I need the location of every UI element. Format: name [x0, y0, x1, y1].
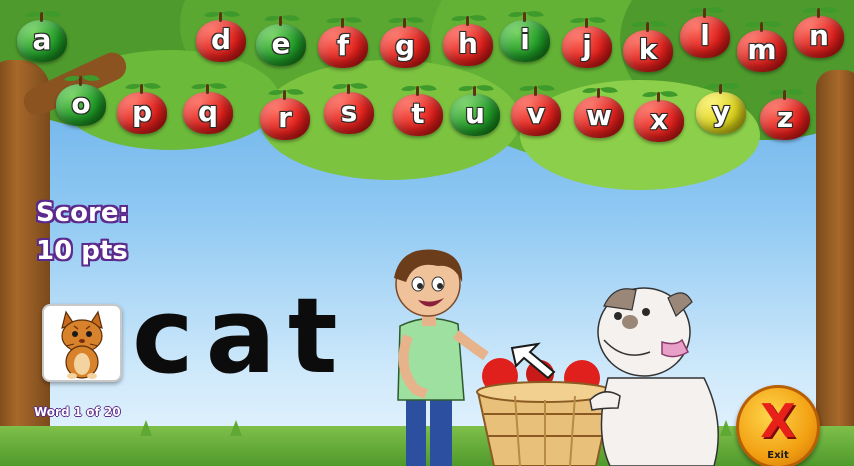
- apple-letter: m: [747, 33, 777, 66]
- apple-letter: q: [197, 95, 219, 128]
- letter-apple-z[interactable]: z: [760, 86, 810, 140]
- letter-apple-w[interactable]: w: [574, 84, 624, 138]
- letter-apple-y[interactable]: y: [696, 80, 746, 134]
- pointer-cursor-icon: [510, 342, 556, 380]
- apple-letter: y: [711, 95, 731, 128]
- letter-apple-q[interactable]: q: [183, 80, 233, 134]
- letter-apple-h[interactable]: h: [443, 12, 493, 66]
- letter-apple-a[interactable]: a: [17, 8, 67, 62]
- apple-letter: l: [700, 19, 710, 52]
- letter-apple-m[interactable]: m: [737, 18, 787, 72]
- apple-letter: r: [278, 101, 292, 134]
- letter-apple-k[interactable]: k: [623, 18, 673, 72]
- apple-letter: n: [809, 19, 829, 52]
- bulldog-character: [589, 287, 719, 466]
- letter-apple-p[interactable]: p: [117, 80, 167, 134]
- apple-letter: v: [526, 97, 546, 130]
- apple-letter: j: [582, 29, 592, 62]
- score-label: Score:: [36, 198, 129, 228]
- letter-apple-l[interactable]: l: [680, 4, 730, 58]
- apple-letter: e: [271, 27, 291, 60]
- letter-apple-d[interactable]: d: [196, 8, 246, 62]
- grass-tuft: [140, 420, 152, 436]
- letter-apple-v[interactable]: v: [511, 82, 561, 136]
- apple-letter: t: [411, 97, 425, 130]
- letter-apple-g[interactable]: g: [380, 14, 430, 68]
- tree-trunk-right: [816, 70, 854, 466]
- apple-letter: h: [458, 27, 478, 60]
- apple-letter: z: [776, 101, 794, 134]
- apple-letter: f: [336, 29, 350, 62]
- grass-tuft: [230, 420, 242, 436]
- exit-button[interactable]: X Exit: [736, 385, 820, 466]
- apple-letter: a: [32, 23, 52, 56]
- letter-apple-o[interactable]: o: [56, 72, 106, 126]
- apple-letter: k: [638, 33, 658, 66]
- letter-apple-t[interactable]: t: [393, 82, 443, 136]
- target-word: cat: [132, 275, 350, 397]
- apple-letter: w: [586, 99, 612, 132]
- letter-apple-j[interactable]: j: [562, 14, 612, 68]
- letter-apple-i[interactable]: i: [500, 8, 550, 62]
- letter-apple-e[interactable]: e: [256, 12, 306, 66]
- apple-letter: u: [465, 97, 485, 130]
- letter-apple-r[interactable]: r: [260, 86, 310, 140]
- apple-letter: i: [520, 23, 530, 56]
- exit-label: Exit: [767, 450, 789, 461]
- letter-apple-s[interactable]: s: [324, 80, 374, 134]
- apple-letter: g: [394, 29, 416, 62]
- close-icon: X: [760, 394, 796, 448]
- word-picture-card: [42, 304, 122, 382]
- letter-apple-n[interactable]: n: [794, 4, 844, 58]
- apple-letter: d: [210, 23, 232, 56]
- cat-icon: [61, 310, 103, 379]
- apple-letter: p: [131, 95, 153, 128]
- letter-apple-x[interactable]: x: [634, 88, 684, 142]
- apple-letter: x: [649, 103, 669, 136]
- apple-letter: o: [71, 87, 91, 120]
- word-progress: Word 1 of 20: [34, 405, 121, 419]
- letter-apple-f[interactable]: f: [318, 14, 368, 68]
- score-value: 10 pts: [36, 236, 128, 266]
- letter-apple-u[interactable]: u: [450, 82, 500, 136]
- apple-letter: s: [340, 95, 358, 128]
- game-stage: a d e f g h i j k l m n o p q r s t u v …: [0, 0, 854, 466]
